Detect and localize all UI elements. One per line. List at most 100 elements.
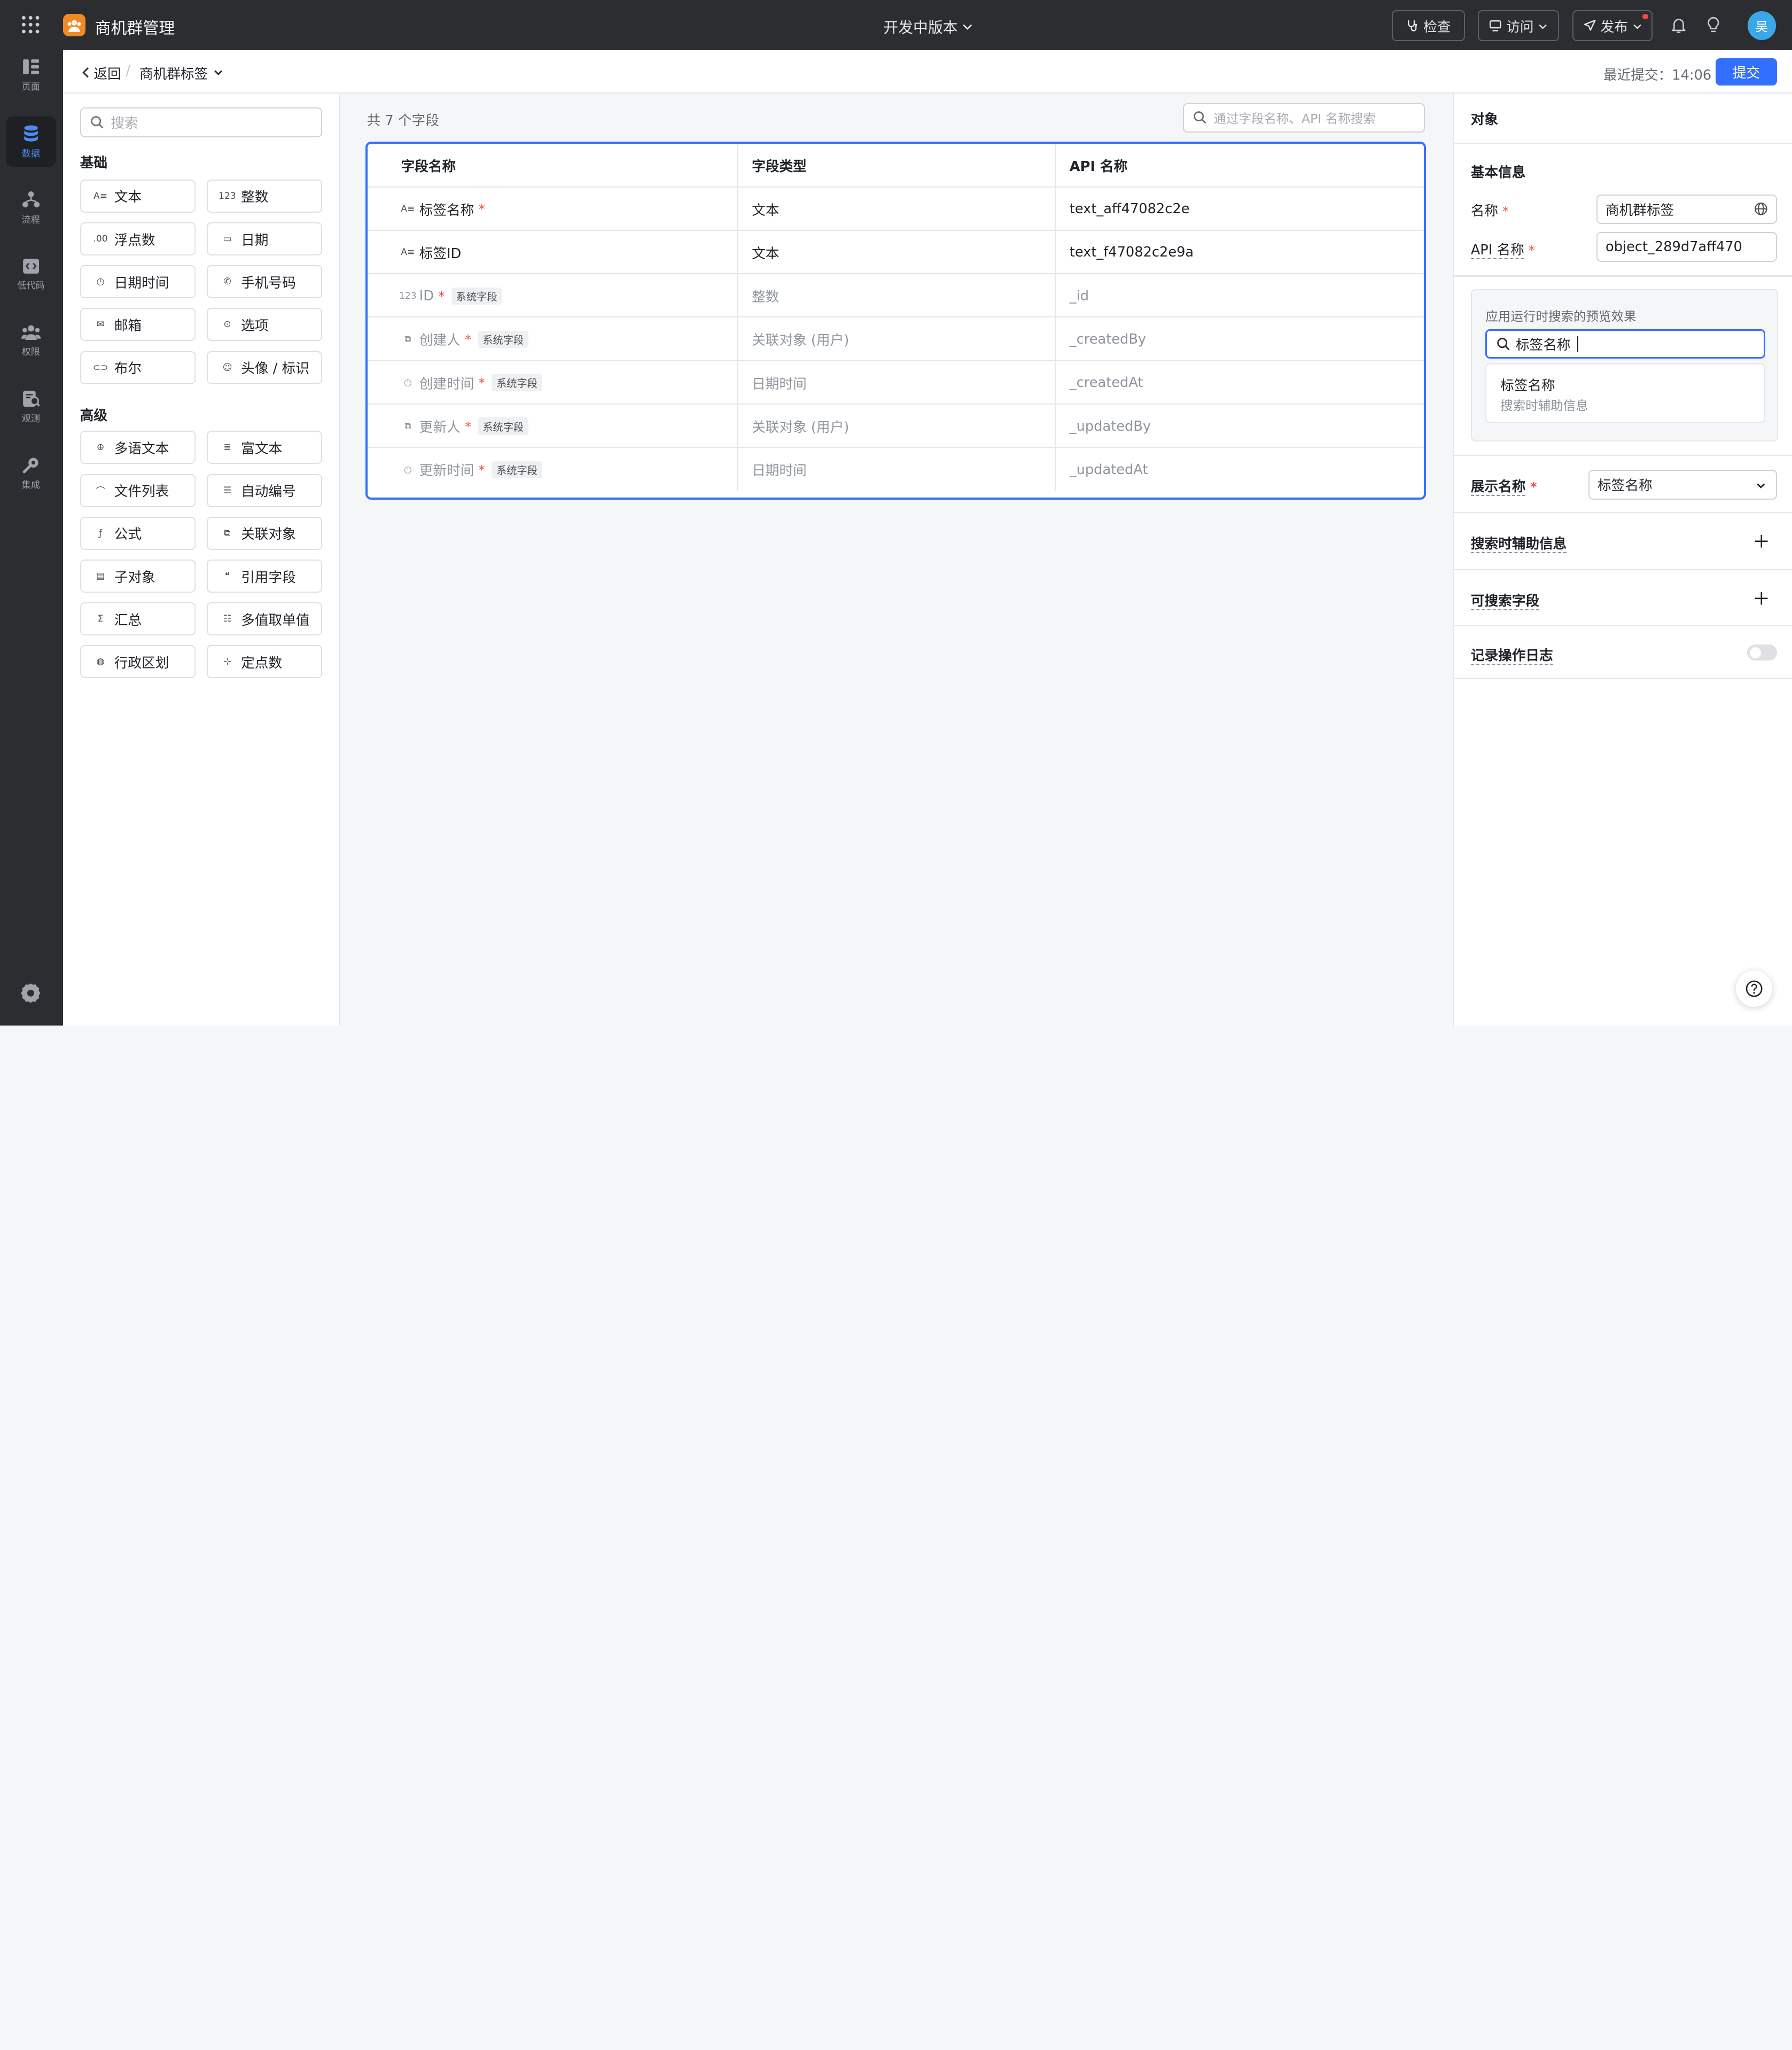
user-avatar[interactable]: 吴	[1747, 11, 1776, 40]
field-type-button[interactable]: .00 浮点数	[80, 222, 196, 256]
field-name-cell: A≡ 标签名称 *	[368, 187, 738, 231]
field-type-button[interactable]: ❝ 引用字段	[207, 560, 323, 593]
field-type-label: 文本	[114, 189, 142, 206]
globe-icon[interactable]	[1754, 202, 1768, 216]
table-row[interactable]: A≡ 标签名称 * 文本 text_aff47082c2e	[368, 187, 1424, 231]
field-type-button[interactable]: ☰ 自动编号	[207, 473, 323, 507]
field-type-cell: 关联对象 (用户)	[738, 317, 1056, 361]
app-name: 商机群管理	[95, 19, 175, 38]
field-name: 标签ID	[419, 245, 462, 262]
nav-item-data[interactable]: 数据	[5, 117, 56, 167]
field-type-icon: ☺	[222, 362, 232, 373]
field-type-button[interactable]: ✉ 邮箱	[80, 308, 196, 341]
field-type-icon: ❝	[224, 571, 230, 582]
lightbulb-icon[interactable]	[1707, 16, 1720, 34]
field-type-button[interactable]: ⊂⊃ 布尔	[80, 351, 196, 384]
nav-item-code[interactable]: 低代码	[6, 249, 56, 299]
preview-search-input[interactable]: 标签名称	[1485, 329, 1766, 359]
field-type-button[interactable]: A≡ 文本	[80, 179, 196, 213]
api-name-input[interactable]: object_289d7aff470	[1596, 232, 1777, 262]
field-type-icon: .00	[93, 234, 108, 245]
field-type-icon: ▭	[223, 234, 232, 245]
field-type-button[interactable]: ⊙ 选项	[207, 308, 323, 341]
visit-button[interactable]: 访问	[1477, 10, 1559, 41]
fields-table: 字段名称 字段类型 API 名称 A≡ 标签名称 * 文本 text_aff47082c…	[365, 142, 1427, 500]
table-row[interactable]: ⧉ 创建人 * 系统字段 关联对象 (用户) _createdBy	[368, 317, 1424, 361]
field-type-button[interactable]: ☺ 头像 / 标识	[207, 351, 323, 384]
bell-icon[interactable]	[1671, 16, 1687, 34]
display-name-select[interactable]: 标签名称	[1588, 470, 1777, 500]
required-mark: *	[1502, 204, 1509, 219]
check-button[interactable]: 检查	[1392, 10, 1466, 41]
field-type-button[interactable]: ☷ 多值取单值	[207, 602, 323, 636]
field-type-icon: ◍	[96, 656, 105, 667]
table-row[interactable]: A≡ 标签ID 文本 text_f47082c2e9a	[368, 230, 1424, 275]
nav-item-integration[interactable]: 集成	[6, 448, 56, 498]
field-search-input[interactable]: 通过字段名称、API 名称搜索	[1182, 103, 1425, 133]
stethoscope-icon	[1406, 19, 1419, 32]
visit-label: 访问	[1506, 19, 1534, 35]
field-search-placeholder: 通过字段名称、API 名称搜索	[1213, 111, 1376, 127]
field-type-button[interactable]: ▭ 日期	[207, 222, 323, 256]
publish-button[interactable]: 发布	[1572, 10, 1653, 41]
required-mark: *	[465, 331, 471, 347]
divider	[1453, 678, 1792, 679]
display-name-label: 展示名称 *	[1470, 476, 1537, 496]
field-type-button[interactable]: Σ 汇总	[80, 602, 196, 636]
nav-label: 观测	[21, 414, 40, 425]
object-selector[interactable]: 商机群标签	[139, 63, 224, 83]
nav-item-observe[interactable]: 观测	[6, 382, 56, 432]
field-type-button[interactable]: ƒ 公式	[80, 516, 196, 550]
nav-item-flow[interactable]: 流程	[6, 183, 56, 233]
help-button[interactable]	[1735, 970, 1773, 1007]
api-name-cell: _updatedBy	[1069, 418, 1151, 434]
field-type-button[interactable]: ◷ 日期时间	[80, 265, 196, 299]
field-type-button[interactable]: ▤ 子对象	[80, 560, 196, 593]
field-type-label: 定点数	[241, 655, 283, 671]
sub-header: 返回 / 商机群标签 最近提交：14:06 提交	[63, 50, 1792, 94]
column-header-type: 字段类型	[738, 144, 1056, 188]
api-name-cell: text_f47082c2e9a	[1069, 244, 1194, 261]
api-name-cell: _updatedAt	[1069, 461, 1148, 478]
version-selector[interactable]: 开发中版本	[883, 16, 972, 37]
settings-gear-icon[interactable]	[19, 982, 42, 1005]
name-input[interactable]: 商机群标签	[1596, 194, 1777, 224]
searchable-label-text: 可搜索字段	[1470, 593, 1540, 610]
app-grid-icon[interactable]	[21, 15, 40, 34]
nav-label: 集成	[21, 480, 40, 491]
log-label-text: 记录操作日志	[1470, 648, 1553, 665]
field-type-button[interactable]: ⌒ 文件列表	[80, 473, 196, 507]
name-value: 商机群标签	[1606, 202, 1674, 219]
field-type-label: 浮点数	[114, 232, 155, 249]
nav-item-permission[interactable]: 权限	[6, 315, 56, 366]
field-type-button[interactable]: ⊕ 多语文本	[80, 431, 196, 464]
table-row[interactable]: ⧉ 更新人 * 系统字段 关联对象 (用户) _updatedBy	[368, 404, 1424, 448]
table-row[interactable]: ◷ 更新时间 * 系统字段 日期时间 _updatedAt	[368, 448, 1423, 492]
table-row[interactable]: ◷ 创建时间 * 系统字段 日期时间 _createdAt	[368, 361, 1424, 405]
nav-item-pages[interactable]: 页面	[6, 50, 56, 100]
field-type-button[interactable]: ⧉ 关联对象	[207, 516, 323, 550]
field-type-cell: 关联对象 (用户)	[738, 404, 1056, 448]
operation-log-toggle[interactable]	[1747, 644, 1777, 661]
field-type-button[interactable]: ◍ 行政区划	[80, 645, 196, 679]
back-button[interactable]: 返回	[81, 63, 121, 83]
field-name: ID	[419, 288, 434, 304]
field-type-icon: 123	[399, 290, 417, 301]
submit-button[interactable]: 提交	[1715, 58, 1778, 86]
preview-option[interactable]: 标签名称	[1500, 375, 1555, 394]
column-header-name: 字段名称	[368, 144, 738, 188]
field-type-button[interactable]: 123 整数	[207, 179, 323, 213]
add-searchable-field-icon[interactable]	[1755, 592, 1768, 605]
field-type-label: 头像 / 标识	[241, 361, 309, 377]
basic-section-title: 基础	[80, 155, 108, 172]
add-aux-info-icon[interactable]	[1755, 535, 1768, 548]
table-row[interactable]: 123 ID * 系统字段 整数 _id	[368, 274, 1424, 318]
field-type-cell: 文本	[738, 230, 1056, 275]
field-type-button[interactable]: ✆ 手机号码	[207, 265, 323, 299]
nav-label: 流程	[21, 215, 40, 226]
palette-search-input[interactable]: 搜索	[80, 107, 323, 137]
field-type-button[interactable]: ⊹ 定点数	[207, 645, 323, 679]
preview-input-value: 标签名称	[1515, 337, 1571, 354]
field-type-button[interactable]: ≣ 富文本	[207, 431, 323, 464]
required-mark: *	[1528, 243, 1535, 258]
